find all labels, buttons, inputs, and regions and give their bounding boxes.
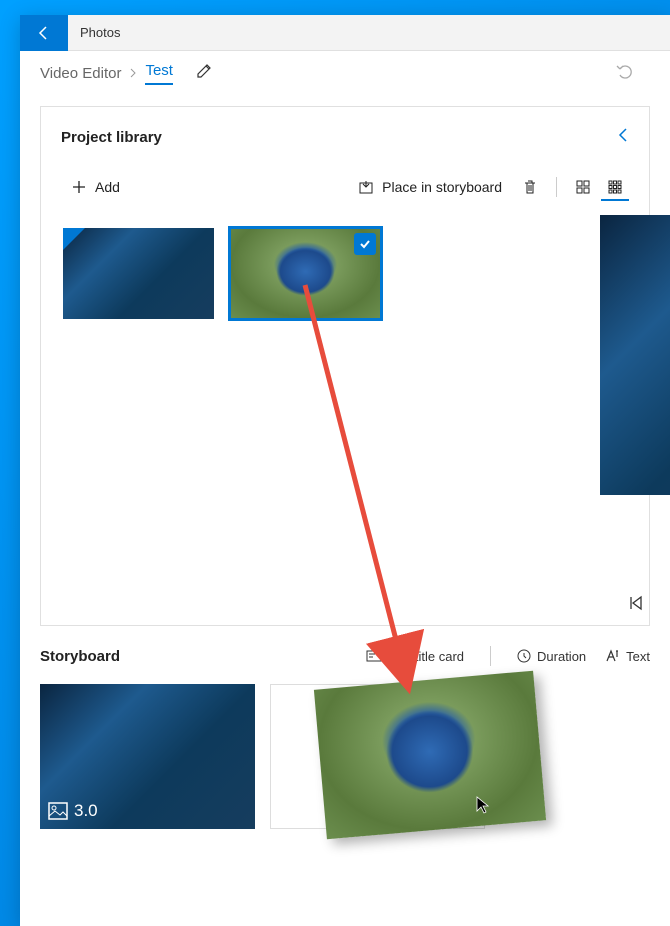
title-card-icon: [366, 649, 382, 663]
library-header: Project library: [61, 127, 629, 148]
grid-3x3-icon: [607, 179, 623, 195]
drag-ghost: [314, 671, 546, 840]
title-card-button[interactable]: Add title card: [366, 646, 464, 666]
trash-icon: [522, 179, 538, 195]
duration-button[interactable]: Duration: [517, 646, 586, 666]
clock-icon: [517, 649, 531, 663]
check-icon: [358, 237, 372, 251]
skip-previous-icon: [627, 595, 645, 611]
duration-label: Duration: [537, 649, 586, 664]
video-marker-icon: [63, 228, 85, 250]
library-title: Project library: [61, 129, 162, 146]
clip-duration-label: 3.0: [48, 801, 98, 821]
preview-image: [600, 215, 670, 495]
chevron-left-icon: [617, 127, 629, 143]
grid-small-button[interactable]: [601, 173, 629, 201]
storyboard-toolbar: Add title card Duration Text: [366, 646, 650, 666]
delete-button[interactable]: [516, 173, 544, 201]
toolbar-divider: [556, 177, 557, 197]
storyboard-title: Storyboard: [40, 648, 120, 665]
library-toolbar: Add Place in storyboard: [61, 173, 629, 201]
plus-icon: [71, 179, 87, 195]
app-title: Photos: [68, 25, 120, 40]
add-label: Add: [95, 179, 120, 195]
grid-large-button[interactable]: [569, 173, 597, 201]
preview-previous-button[interactable]: [627, 595, 645, 616]
back-button[interactable]: [20, 15, 68, 51]
breadcrumb-parent[interactable]: Video Editor: [40, 65, 121, 82]
collapse-button[interactable]: [617, 127, 629, 148]
drag-ghost-image: [314, 671, 546, 840]
place-icon: [358, 179, 374, 195]
storyboard-header: Storyboard Add title card Duration Text: [40, 646, 650, 666]
sb-divider-1: [490, 646, 491, 666]
place-label: Place in storyboard: [382, 179, 502, 195]
cursor-icon: [475, 795, 491, 820]
storyboard-clip-1[interactable]: 3.0: [40, 684, 255, 829]
pencil-icon: [196, 63, 212, 79]
project-library-panel: Project library Add Place in storyboard: [40, 106, 650, 626]
selected-check-badge: [354, 233, 376, 255]
text-button[interactable]: Text: [604, 646, 650, 666]
edit-name-button[interactable]: [196, 63, 212, 84]
breadcrumb: Video Editor Test: [20, 51, 670, 86]
library-thumbnails: [61, 226, 629, 321]
place-storyboard-button[interactable]: Place in storyboard: [348, 173, 512, 201]
chevron-right-icon: [129, 67, 137, 81]
text-icon: [604, 649, 620, 663]
title-card-label: Add title card: [388, 649, 464, 664]
clip-duration-value: 3.0: [74, 801, 98, 821]
add-button[interactable]: Add: [61, 173, 130, 201]
gaming-thumbnail-image: [63, 228, 214, 319]
preview-panel: [600, 215, 670, 495]
title-bar: Photos: [20, 15, 670, 51]
arrow-left-icon: [36, 25, 52, 41]
undo-icon: [615, 61, 635, 81]
text-label: Text: [626, 649, 650, 664]
grid-2x2-icon: [575, 179, 591, 195]
watermark: wsxdn.com: [614, 911, 664, 922]
image-icon: [48, 802, 68, 820]
undo-button[interactable]: [615, 61, 650, 86]
library-item-gaming[interactable]: [61, 226, 216, 321]
library-item-bird[interactable]: [228, 226, 383, 321]
breadcrumb-current[interactable]: Test: [145, 62, 173, 85]
